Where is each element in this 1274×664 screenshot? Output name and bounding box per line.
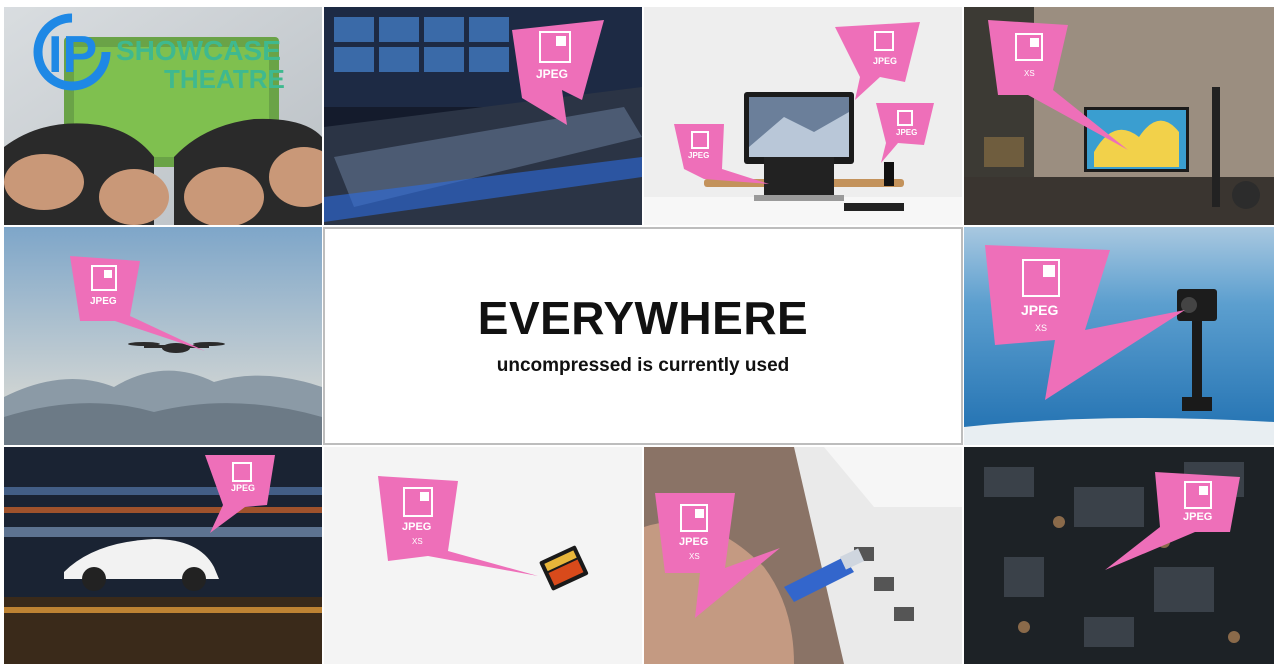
jpeg-xs-badge-10: JPEG XS [655,493,785,623]
svg-text:JPEG: JPEG [231,483,255,493]
headline: EVERYWHERE [477,292,809,344]
svg-text:JPEG: JPEG [402,521,431,533]
subheadline: uncompressed is currently used [496,355,790,376]
jpeg-xs-badge-4: JPEG [674,124,774,194]
svg-text:JPEG: JPEG [1183,511,1212,523]
svg-text:JPEG: JPEG [679,536,708,548]
logo-line2: THEATRE [164,64,285,94]
jpeg-xs-badge-2: JPEG [835,22,925,102]
svg-text:XS: XS [689,552,700,561]
jpeg-xs-badge-6: JPEG [70,256,210,356]
jpeg-xs-badge-8: JPEG [205,455,280,535]
jpeg-xs-badge-5: XS [988,20,1148,160]
logo-letters: IP [48,26,97,84]
logo: IP SHOWCASE THEATRE [30,10,290,100]
svg-text:JPEG: JPEG [873,56,897,66]
jpeg-xs-badge-9: JPEG XS [378,476,548,586]
svg-text:XS: XS [1024,69,1035,78]
svg-text:JPEG: JPEG [1021,302,1058,318]
svg-text:JPEG: JPEG [688,151,709,160]
jpeg-xs-badge-7: JPEG XS [985,245,1195,405]
jpeg-xs-badge-11: JPEG [1105,472,1245,572]
center-panel: EVERYWHERE uncompressed is currently use… [323,227,963,445]
svg-text:XS: XS [412,537,423,546]
svg-text:JPEG: JPEG [536,67,568,81]
svg-text:JPEG: JPEG [90,296,117,307]
logo-line1: SHOWCASE [116,35,281,66]
jpeg-xs-badge-1: JPEG [512,20,612,130]
jpeg-xs-badge-3: JPEG [876,103,936,163]
svg-text:XS: XS [1035,323,1047,333]
svg-text:JPEG: JPEG [896,128,917,137]
